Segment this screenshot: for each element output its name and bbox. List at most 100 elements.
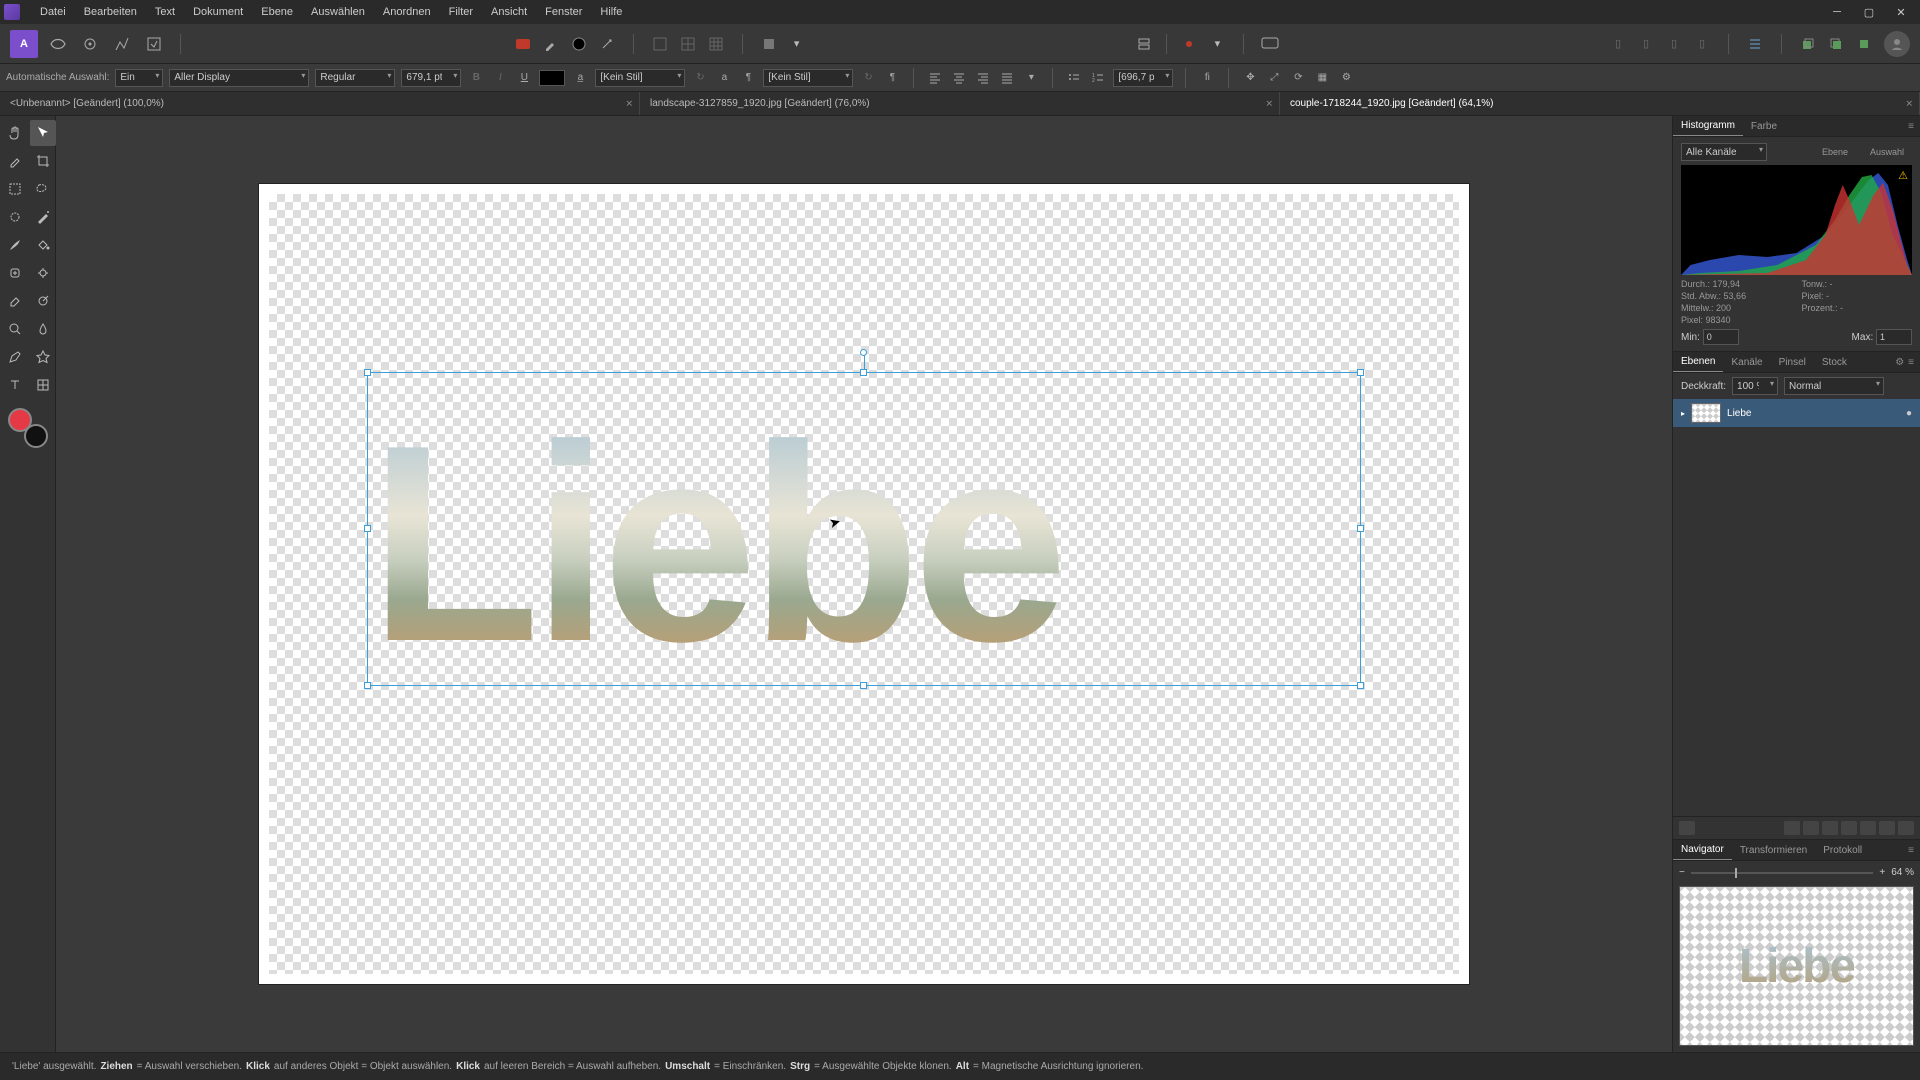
persona-export-icon[interactable] [142, 32, 166, 56]
tab-pinsel[interactable]: Pinsel [1771, 353, 1814, 372]
list-bullet-icon[interactable] [1065, 69, 1083, 87]
transform-rotate-icon[interactable]: ⟳ [1289, 69, 1307, 87]
tab-ebenen[interactable]: Ebenen [1673, 352, 1723, 372]
layer-adjust-icon[interactable] [1803, 821, 1819, 835]
tool-fill[interactable] [30, 232, 56, 258]
layer-add-icon[interactable] [1879, 821, 1895, 835]
blend-mode-dropdown[interactable]: Normal [1784, 377, 1884, 395]
menu-datei[interactable]: Datei [32, 2, 74, 22]
hist-mode-auswahl[interactable]: Auswahl [1862, 143, 1912, 161]
menu-bearbeiten[interactable]: Bearbeiten [76, 2, 145, 22]
autofix-icon[interactable] [595, 32, 619, 56]
tool-smudge[interactable] [30, 316, 56, 342]
transform-more-icon[interactable]: ⚙ [1337, 69, 1355, 87]
color-wheel-icon[interactable] [567, 32, 591, 56]
persona-liquify-icon[interactable] [46, 32, 70, 56]
align-group-4-icon[interactable]: ▯ [1690, 32, 1714, 56]
font-family-dropdown[interactable]: Aller Display [169, 69, 309, 87]
persona-develop-icon[interactable] [78, 32, 102, 56]
tool-brush[interactable] [2, 232, 28, 258]
doc-tab-1[interactable]: <Unbenannt> [Geändert] (100,0%) ✕ [0, 92, 640, 115]
hist-min-input[interactable] [1703, 329, 1739, 345]
layer-visible-icon[interactable]: ● [1906, 408, 1912, 419]
font-size-input[interactable] [401, 69, 461, 87]
menu-fenster[interactable]: Fenster [537, 2, 590, 22]
tool-marquee[interactable] [2, 176, 28, 202]
auto-select-dropdown[interactable]: Ein [115, 69, 163, 87]
menu-auswaehlen[interactable]: Auswählen [303, 2, 373, 22]
tool-text[interactable] [2, 372, 28, 398]
layer-mask-icon[interactable] [1784, 821, 1800, 835]
zoom-out-button[interactable]: − [1679, 867, 1685, 878]
foreground-color-swatch[interactable] [8, 408, 32, 432]
stack-mid-icon[interactable] [1824, 32, 1848, 56]
tab-transformieren[interactable]: Transformieren [1732, 841, 1815, 860]
layers-menu-icon[interactable]: ≡ [1908, 357, 1914, 368]
opacity-input[interactable] [1732, 377, 1778, 395]
layer-crop-icon[interactable] [1841, 821, 1857, 835]
transform-move-icon[interactable]: ✥ [1241, 69, 1259, 87]
tool-flood-select[interactable] [30, 204, 56, 230]
tab-histogramm[interactable]: Histogramm [1673, 116, 1743, 136]
snap-icon[interactable] [1177, 32, 1201, 56]
close-button[interactable]: ✕ [1886, 2, 1916, 22]
font-weight-dropdown[interactable]: Regular [315, 69, 395, 87]
menu-text[interactable]: Text [147, 2, 183, 22]
stack-front-icon[interactable] [1852, 32, 1876, 56]
tool-eraser[interactable] [2, 288, 28, 314]
arrange-icon[interactable] [1132, 32, 1156, 56]
align-left-icon[interactable] [926, 69, 944, 87]
align-group-2-icon[interactable]: ▯ [1634, 32, 1658, 56]
align-justify-icon[interactable] [998, 69, 1016, 87]
persona-photo-icon[interactable]: A [10, 30, 38, 58]
doc-tab-3-close-icon[interactable]: ✕ [1905, 98, 1913, 109]
align-group-1-icon[interactable]: ▯ [1606, 32, 1630, 56]
bold-button[interactable]: B [467, 69, 485, 87]
ligature-icon[interactable]: fi [1198, 69, 1216, 87]
layer-expand-icon[interactable]: ▸ [1681, 409, 1685, 418]
tool-selection-brush[interactable] [2, 204, 28, 230]
histogram-channel-dropdown[interactable]: Alle Kanäle [1681, 143, 1767, 161]
preview-icon[interactable] [1258, 32, 1282, 56]
list-number-icon[interactable]: 12 [1089, 69, 1107, 87]
para-style-dropdown[interactable]: [Kein Stil] [763, 69, 853, 87]
tool-color-picker[interactable] [2, 148, 28, 174]
tool-hand[interactable] [2, 120, 28, 146]
layer-search-icon[interactable] [1679, 821, 1695, 835]
stack-back-icon[interactable] [1796, 32, 1820, 56]
account-avatar-icon[interactable] [1884, 31, 1910, 57]
selection-mode-icon[interactable] [757, 32, 781, 56]
persona-tonemap-icon[interactable] [110, 32, 134, 56]
canvas-viewport[interactable]: Liebe ➤ [56, 116, 1672, 1052]
char-panel-icon[interactable]: a̲ [571, 69, 589, 87]
update-char-style-icon[interactable]: ↻ [691, 69, 709, 87]
color-swatches[interactable] [8, 408, 48, 448]
pilcrow-icon[interactable]: ¶ [883, 69, 901, 87]
doc-tab-2-close-icon[interactable]: ✕ [1265, 98, 1273, 109]
doc-tab-1-close-icon[interactable]: ✕ [625, 98, 633, 109]
char-style-dropdown[interactable]: [Kein Stil] [595, 69, 685, 87]
menu-dokument[interactable]: Dokument [185, 2, 251, 22]
menu-ebene[interactable]: Ebene [253, 2, 301, 22]
nav-menu-icon[interactable]: ≡ [1908, 845, 1914, 856]
navigator-preview[interactable]: Liebe [1679, 886, 1914, 1046]
layer-fx-icon[interactable] [1822, 821, 1838, 835]
grid-3-icon[interactable] [704, 32, 728, 56]
tool-dodge[interactable] [30, 288, 56, 314]
menu-filter[interactable]: Filter [441, 2, 481, 22]
warning-icon[interactable]: ⚠ [1898, 169, 1908, 182]
menu-anordnen[interactable]: Anordnen [375, 2, 439, 22]
tool-move[interactable] [30, 120, 56, 146]
tool-mesh[interactable] [30, 372, 56, 398]
menu-ansicht[interactable]: Ansicht [483, 2, 535, 22]
tab-navigator[interactable]: Navigator [1673, 840, 1732, 860]
layer-item-liebe[interactable]: ▸ Liebe ● [1673, 399, 1920, 427]
layers-gear-icon[interactable]: ⚙ [1895, 357, 1904, 368]
update-para-style-icon[interactable]: ↻ [859, 69, 877, 87]
align-center-icon[interactable] [1743, 32, 1767, 56]
swatch-red-icon[interactable] [511, 32, 535, 56]
zoom-slider[interactable] [1691, 872, 1874, 874]
para-icon[interactable]: ¶ [739, 69, 757, 87]
eyedropper-icon[interactable] [539, 32, 563, 56]
grid-1-icon[interactable] [648, 32, 672, 56]
